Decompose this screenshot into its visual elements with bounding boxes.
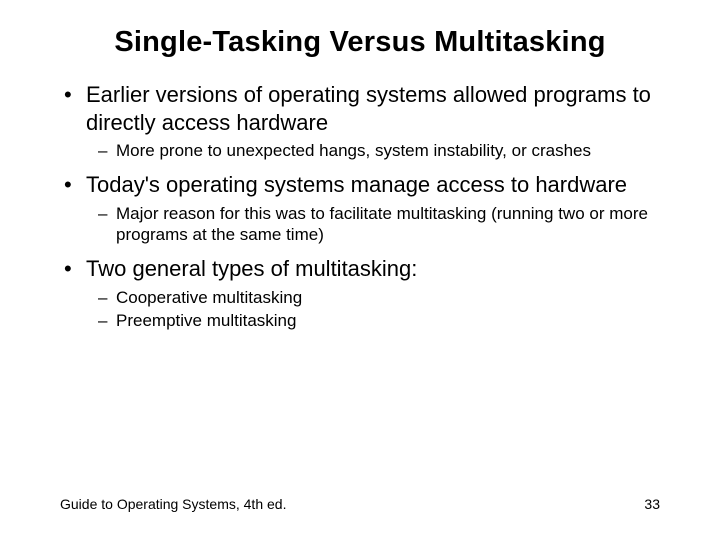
- bullet-level2: Cooperative multitasking: [60, 287, 660, 308]
- bullet-level1: Earlier versions of operating systems al…: [60, 81, 660, 136]
- bullet-list: Earlier versions of operating systems al…: [60, 81, 660, 331]
- bullet-level1: Two general types of multitasking:: [60, 255, 660, 283]
- bullet-level2: Major reason for this was to facilitate …: [60, 203, 660, 246]
- footer: Guide to Operating Systems, 4th ed. 33: [60, 496, 660, 512]
- footer-source: Guide to Operating Systems, 4th ed.: [60, 496, 286, 512]
- slide: Single-Tasking Versus Multitasking Earli…: [0, 0, 720, 540]
- bullet-level2: Preemptive multitasking: [60, 310, 660, 331]
- page-number: 33: [644, 496, 660, 512]
- bullet-level2: More prone to unexpected hangs, system i…: [60, 140, 660, 161]
- bullet-level1: Today's operating systems manage access …: [60, 171, 660, 199]
- slide-title: Single-Tasking Versus Multitasking: [60, 26, 660, 59]
